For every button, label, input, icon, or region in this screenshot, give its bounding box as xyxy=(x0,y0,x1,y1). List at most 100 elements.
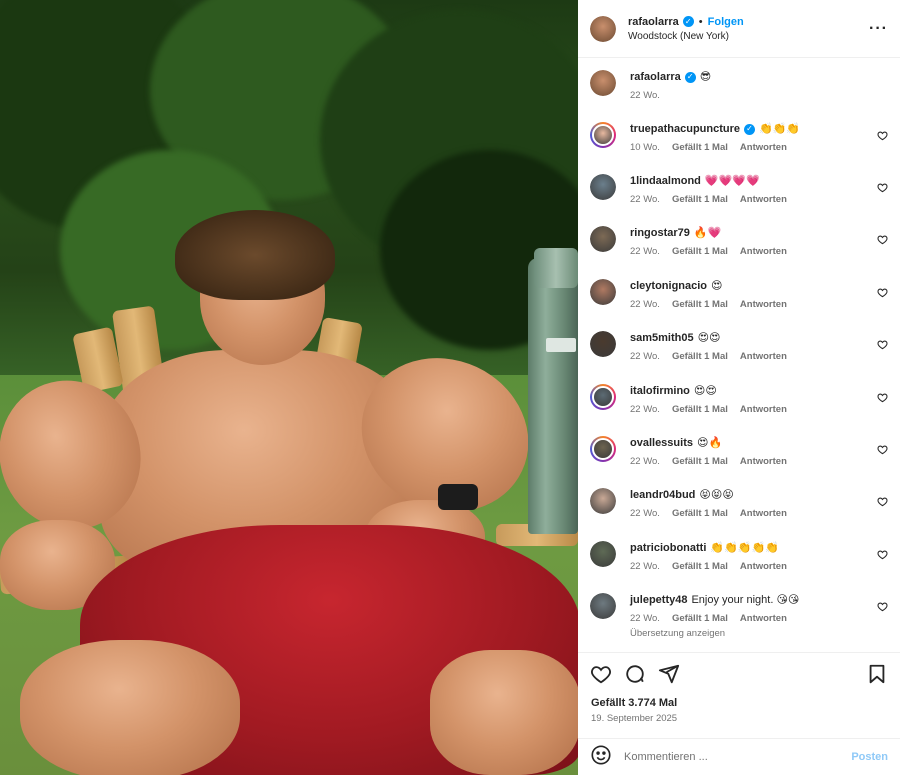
comment-input[interactable] xyxy=(624,751,852,763)
commenter-username[interactable]: patriciobonatti xyxy=(630,541,706,555)
comment-like-count[interactable]: Gefällt 1 Mal xyxy=(672,194,728,205)
commenter-username[interactable]: leandr04bud xyxy=(630,488,695,502)
comment-heart-icon[interactable] xyxy=(877,285,888,298)
commenter-username[interactable]: ovallessuits xyxy=(630,436,693,450)
post-sidebar: rafaolarra ✓ • Folgen Woodstock (New Yor… xyxy=(578,0,900,775)
reply-button[interactable]: Antworten xyxy=(740,561,787,572)
reply-button[interactable]: Antworten xyxy=(740,299,787,310)
commenter-username[interactable]: 1lindaalmond xyxy=(630,174,701,188)
author-avatar[interactable] xyxy=(590,70,616,96)
comment-like-count[interactable]: Gefällt 1 Mal xyxy=(672,508,728,519)
commenter-username[interactable]: truepathacupuncture xyxy=(630,122,740,136)
comment-item: patriciobonatti 👏👏👏👏👏 22 Wo. Gefällt 1 Mal A… xyxy=(590,541,888,572)
comment-text: 😍😍 xyxy=(693,385,717,397)
comment-time[interactable]: 10 Wo. xyxy=(630,142,660,153)
commenter-avatar[interactable] xyxy=(590,384,616,410)
comment-like-count[interactable]: Gefällt 1 Mal xyxy=(672,351,728,362)
like-count[interactable]: Gefällt 3.774 Mal xyxy=(591,697,677,709)
commenter-username[interactable]: ringostar79 xyxy=(630,226,690,240)
comment-item: truepathacupuncture ✓ 👏👏👏 10 Wo. Gefällt 1 M… xyxy=(590,122,888,153)
commenter-avatar[interactable] xyxy=(590,122,616,148)
comments-list[interactable]: rafaolarra ✓ 😎 22 Wo. truepathacupunctur… xyxy=(578,58,900,652)
comment-time[interactable]: 22 Wo. xyxy=(630,351,660,362)
commenter-username[interactable]: cleytonignacio xyxy=(630,279,707,293)
caption-text: 😎 xyxy=(699,71,712,83)
comment-text: 😍😍 xyxy=(697,332,721,344)
verified-icon: ✓ xyxy=(684,71,696,83)
comment-text: 👏👏👏👏👏 xyxy=(710,542,779,554)
show-translation-link[interactable]: Übersetzung anzeigen xyxy=(630,628,888,639)
comment-item: cleytonignacio 😍 22 Wo. Gefällt 1 Mal Antwor… xyxy=(590,279,888,310)
reply-button[interactable]: Antworten xyxy=(740,404,787,415)
comment-heart-icon[interactable] xyxy=(877,494,888,507)
commenter-avatar[interactable] xyxy=(590,488,616,514)
comment-time[interactable]: 22 Wo. xyxy=(630,613,660,624)
comment-icon[interactable] xyxy=(624,663,646,690)
comment-like-count[interactable]: Gefällt 1 Mal xyxy=(672,613,728,624)
reply-button[interactable]: Antworten xyxy=(740,508,787,519)
follow-button[interactable]: Folgen xyxy=(708,16,744,28)
comment-heart-icon[interactable] xyxy=(877,547,888,560)
commenter-avatar[interactable] xyxy=(590,436,616,462)
bookmark-icon[interactable] xyxy=(866,663,888,690)
comment-time[interactable]: 22 Wo. xyxy=(630,404,660,415)
commenter-username[interactable]: sam5mith05 xyxy=(630,331,694,345)
commenter-username[interactable]: italofirmino xyxy=(630,384,690,398)
emoji-icon[interactable] xyxy=(590,744,612,771)
caption-username[interactable]: rafaolarra xyxy=(630,70,681,84)
share-icon[interactable] xyxy=(658,663,680,690)
comment-like-count[interactable]: Gefällt 1 Mal xyxy=(672,142,728,153)
more-options-icon[interactable]: ··· xyxy=(869,20,888,38)
comment-time[interactable]: 22 Wo. xyxy=(630,561,660,572)
comment-text: Enjoy your night. 😘😘 xyxy=(691,594,800,606)
comment-heart-icon[interactable] xyxy=(877,232,888,245)
comment-text: 🔥💗 xyxy=(693,227,722,239)
author-avatar[interactable] xyxy=(590,15,616,42)
comment-item: 1lindaalmond 💗💗💗💗 22 Wo. Gefällt 1 Mal Antwo… xyxy=(590,174,888,205)
comment-time[interactable]: 22 Wo. xyxy=(630,194,660,205)
comment-like-count[interactable]: Gefällt 1 Mal xyxy=(672,246,728,257)
reply-button[interactable]: Antworten xyxy=(740,351,787,362)
comment-time[interactable]: 22 Wo. xyxy=(630,246,660,257)
author-username[interactable]: rafaolarra xyxy=(628,16,679,28)
comment-item: ovallessuits 😍🔥 22 Wo. Gefällt 1 Mal Antwort… xyxy=(590,436,888,467)
post-actions: Gefällt 3.774 Mal 19. September 2025 xyxy=(578,652,900,738)
comment-item: italofirmino 😍😍 22 Wo. Gefällt 1 Mal Antwort… xyxy=(590,384,888,415)
comment-time[interactable]: 22 Wo. xyxy=(630,456,660,467)
comment-like-count[interactable]: Gefällt 1 Mal xyxy=(672,561,728,572)
post-photo[interactable] xyxy=(0,0,578,775)
comment-like-count[interactable]: Gefällt 1 Mal xyxy=(672,299,728,310)
commenter-avatar[interactable] xyxy=(590,174,616,200)
commenter-avatar[interactable] xyxy=(590,279,616,305)
comment-like-count[interactable]: Gefällt 1 Mal xyxy=(672,404,728,415)
comment-time[interactable]: 22 Wo. xyxy=(630,508,660,519)
reply-button[interactable]: Antworten xyxy=(740,142,787,153)
comment-text: 👏👏👏 xyxy=(759,123,801,135)
post-date[interactable]: 19. September 2025 xyxy=(591,713,677,724)
comment-heart-icon[interactable] xyxy=(877,180,888,193)
caption-time[interactable]: 22 Wo. xyxy=(630,90,660,101)
commenter-avatar[interactable] xyxy=(590,226,616,252)
reply-button[interactable]: Antworten xyxy=(740,613,787,624)
commenter-avatar[interactable] xyxy=(590,541,616,567)
comment-heart-icon[interactable] xyxy=(877,337,888,350)
comment-heart-icon[interactable] xyxy=(877,128,888,141)
comment-item: sam5mith05 😍😍 22 Wo. Gefällt 1 Mal Antworten xyxy=(590,331,888,362)
commenter-username[interactable]: julepetty48 xyxy=(630,593,687,607)
comment-item: leandr04bud 😝😝😝 22 Wo. Gefällt 1 Mal Antwort… xyxy=(590,488,888,519)
comment-heart-icon[interactable] xyxy=(877,442,888,455)
comment-heart-icon[interactable] xyxy=(877,599,888,612)
comment-time[interactable]: 22 Wo. xyxy=(630,299,660,310)
comment-item: ringostar79 🔥💗 22 Wo. Gefällt 1 Mal Antworte… xyxy=(590,226,888,257)
commenter-avatar[interactable] xyxy=(590,331,616,357)
commenter-avatar[interactable] xyxy=(590,593,616,619)
reply-button[interactable]: Antworten xyxy=(740,246,787,257)
separator-dot: • xyxy=(698,15,703,28)
comment-heart-icon[interactable] xyxy=(877,390,888,403)
heart-icon[interactable] xyxy=(590,663,612,690)
comment-like-count[interactable]: Gefällt 1 Mal xyxy=(672,456,728,467)
post-comment-button[interactable]: Posten xyxy=(851,751,888,763)
reply-button[interactable]: Antworten xyxy=(740,194,787,205)
reply-button[interactable]: Antworten xyxy=(740,456,787,467)
post-location[interactable]: Woodstock (New York) xyxy=(628,31,744,42)
